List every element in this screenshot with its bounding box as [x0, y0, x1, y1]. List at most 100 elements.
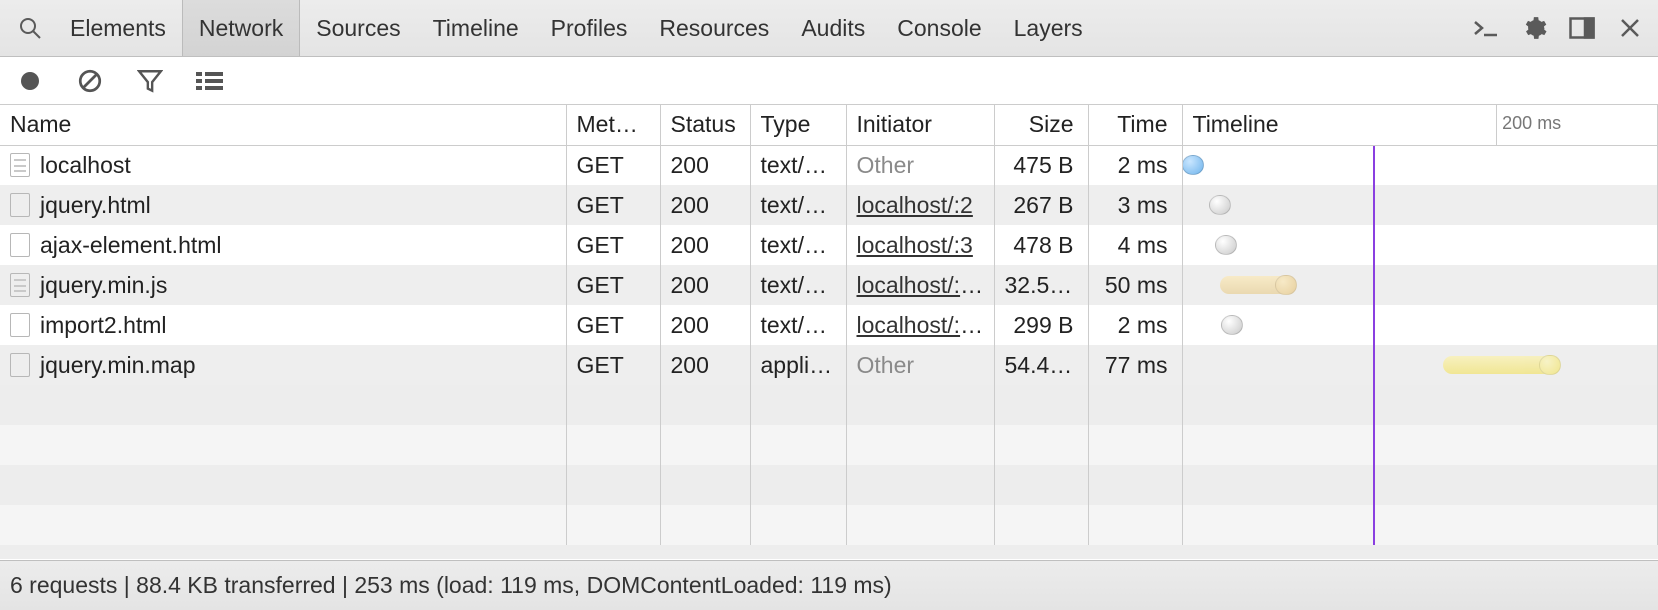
- cell-method: GET: [566, 305, 660, 345]
- cell-time: 77 ms: [1088, 345, 1182, 385]
- dom-content-loaded-line: [1373, 185, 1375, 225]
- col-status[interactable]: Status: [660, 105, 750, 145]
- clear-icon[interactable]: [72, 63, 108, 99]
- timing-dot: [1209, 195, 1231, 215]
- dom-content-loaded-line: [1373, 305, 1375, 345]
- cell-timeline: [1182, 185, 1658, 225]
- cell-timeline: [1182, 225, 1658, 265]
- timing-bar: [1443, 356, 1560, 374]
- cell-type: text/…: [750, 225, 846, 265]
- col-time[interactable]: Time: [1088, 105, 1182, 145]
- cell-size: 267 B: [994, 185, 1088, 225]
- dom-content-loaded-line: [1373, 265, 1375, 305]
- cell-initiator[interactable]: localhost/:14: [846, 265, 994, 305]
- table-row[interactable]: localhostGET200text/…Other475 B2 ms: [0, 145, 1658, 185]
- cell-type: text/…: [750, 145, 846, 185]
- cell-initiator: Other: [846, 345, 994, 385]
- tab-profiles[interactable]: Profiles: [535, 0, 644, 56]
- file-name: import2.html: [40, 312, 167, 339]
- cell-status: 200: [660, 345, 750, 385]
- console-drawer-icon[interactable]: [1464, 4, 1508, 52]
- cell-timeline: [1182, 305, 1658, 345]
- file-name: localhost: [40, 152, 131, 179]
- col-initiator[interactable]: Initiator: [846, 105, 994, 145]
- cell-status: 200: [660, 185, 750, 225]
- tab-elements[interactable]: Elements: [54, 0, 182, 56]
- cell-size: 299 B: [994, 305, 1088, 345]
- cell-size: 32.5 KB: [994, 265, 1088, 305]
- cell-time: 2 ms: [1088, 145, 1182, 185]
- col-name[interactable]: Name: [0, 105, 566, 145]
- cell-initiator[interactable]: localhost/:3: [846, 225, 994, 265]
- file-name: ajax-element.html: [40, 232, 222, 259]
- cell-name[interactable]: jquery.min.map: [0, 345, 566, 385]
- timing-dot: [1215, 235, 1237, 255]
- file-icon: [10, 193, 30, 217]
- filter-icon[interactable]: [132, 63, 168, 99]
- cell-name[interactable]: localhost: [0, 145, 566, 185]
- table-row[interactable]: ajax-element.html GET200text/…localhost/:…: [0, 225, 1658, 265]
- cell-timeline: [1182, 265, 1658, 305]
- tab-network[interactable]: Network: [182, 0, 300, 56]
- file-icon: [10, 313, 30, 337]
- tab-audits[interactable]: Audits: [785, 0, 881, 56]
- dom-content-loaded-line: [1373, 425, 1375, 465]
- dom-content-loaded-line: [1373, 505, 1375, 545]
- search-icon[interactable]: [6, 4, 54, 52]
- dock-side-icon[interactable]: [1560, 4, 1604, 52]
- file-name: jquery.min.js: [40, 272, 167, 299]
- cell-initiator[interactable]: localhost/:2: [846, 185, 994, 225]
- table-row[interactable]: import2.htmlGET200text/…localhost/:14299…: [0, 305, 1658, 345]
- file-name: jquery.min.map: [40, 352, 196, 379]
- tab-sources[interactable]: Sources: [300, 0, 416, 56]
- dom-content-loaded-line: [1373, 465, 1375, 505]
- tab-console[interactable]: Console: [881, 0, 997, 56]
- tab-layers[interactable]: Layers: [998, 0, 1099, 56]
- col-size[interactable]: Size: [994, 105, 1088, 145]
- table-row[interactable]: jquery.min.jsGET200text/…localhost/:1432…: [0, 265, 1658, 305]
- cell-name[interactable]: jquery.min.js: [0, 265, 566, 305]
- settings-gear-icon[interactable]: [1512, 4, 1556, 52]
- dom-content-loaded-line: [1373, 385, 1375, 425]
- status-bar: 6 requests | 88.4 KB transferred | 253 m…: [0, 560, 1658, 610]
- col-timeline[interactable]: Timeline 200 ms: [1182, 105, 1658, 145]
- cell-name[interactable]: ajax-element.html: [0, 225, 566, 265]
- record-icon[interactable]: [12, 63, 48, 99]
- dom-content-loaded-line: [1373, 146, 1375, 186]
- cell-status: 200: [660, 225, 750, 265]
- timing-bar: [1220, 276, 1296, 294]
- cell-method: GET: [566, 265, 660, 305]
- table-row[interactable]: jquery.htmlGET200text/…localhost/:2267 B…: [0, 185, 1658, 225]
- network-toolbar: [0, 57, 1658, 105]
- col-type[interactable]: Type: [750, 105, 846, 145]
- cell-time: 50 ms: [1088, 265, 1182, 305]
- file-icon: [10, 153, 30, 177]
- network-table: Name Method Status Type Initiator Size T…: [0, 105, 1658, 559]
- file-name: jquery.html: [40, 192, 151, 219]
- cell-type: appli…: [750, 345, 846, 385]
- file-icon: [10, 233, 30, 257]
- cell-method: GET: [566, 345, 660, 385]
- timing-dot: [1182, 155, 1204, 175]
- table-header-row: Name Method Status Type Initiator Size T…: [0, 105, 1658, 145]
- tab-timeline[interactable]: Timeline: [417, 0, 535, 56]
- status-text: 6 requests | 88.4 KB transferred | 253 m…: [10, 572, 892, 599]
- file-icon: [10, 353, 30, 377]
- col-method[interactable]: Method: [566, 105, 660, 145]
- tab-resources[interactable]: Resources: [643, 0, 785, 56]
- timeline-label: Timeline: [1193, 111, 1279, 138]
- cell-initiator[interactable]: localhost/:14: [846, 305, 994, 345]
- cell-name[interactable]: import2.html: [0, 305, 566, 345]
- cell-size: 54.4 KB: [994, 345, 1088, 385]
- cell-name[interactable]: jquery.html: [0, 185, 566, 225]
- timeline-tick: 200 ms: [1502, 113, 1561, 134]
- file-icon: [10, 273, 30, 297]
- devtools-tabbar: ElementsNetworkSourcesTimelineProfilesRe…: [0, 0, 1658, 57]
- cell-method: GET: [566, 225, 660, 265]
- table-row[interactable]: jquery.min.map GET200appli…Other54.4 KB77…: [0, 345, 1658, 385]
- close-icon[interactable]: [1608, 4, 1652, 52]
- cell-method: GET: [566, 145, 660, 185]
- cell-status: 200: [660, 265, 750, 305]
- overview-icon[interactable]: [192, 63, 228, 99]
- cell-status: 200: [660, 305, 750, 345]
